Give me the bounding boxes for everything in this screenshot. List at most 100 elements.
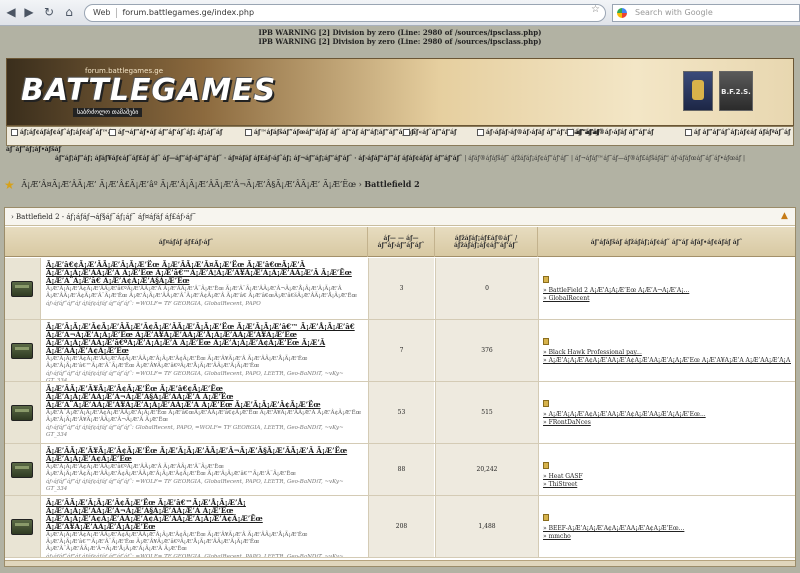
url-text: forum.battlegames.ge/index.php — [122, 8, 255, 17]
last-post-topic[interactable]: » Ã¡Æ’Â¡Ã¡Æ’Â¢Ã¡Æ’ÂÃ¡Æ’Â¢Ã¡Æ’ÂÃ¡Æ’Â¡Ã¡Æ’… — [543, 411, 791, 419]
forum-icon-cell — [5, 258, 41, 319]
forward-icon[interactable]: ▶ — [22, 5, 36, 19]
menu-item-stats[interactable]: áƒ¡áƒ¢áƒáƒ¢áƒ˜áƒ¡áƒ¢áƒ˜áƒ™áƒ — [11, 129, 114, 136]
home-icon[interactable]: ⌂ — [62, 5, 76, 19]
menu-item-register[interactable]: áƒ áƒ”áƒ’áƒ˜áƒ¡áƒ¢áƒ áƒáƒªáƒ˜áƒ — [685, 129, 791, 136]
forum-info: Ã¡Æ’ÂÃ¡Æ’Â¡Ã¡Æ’Â¢Ã¡Æ’Ëœ Ã¡Æ’â€™Ã¡Æ’Å¡Ã¡Æ… — [42, 496, 368, 558]
last-post-topic[interactable]: » Heat GASF — [543, 473, 791, 481]
address-bar[interactable]: Web forum.battlegames.ge/index.php — [84, 4, 606, 22]
col-forum: áƒ¤áƒáƒ áƒ£áƒ›áƒ˜ — [5, 227, 368, 257]
topics-count: 53 — [368, 382, 434, 443]
forum-row: Ã¡Æ’ÂÃ¡Æ’Â¥Ã¡Æ’Â¢Ã¡Æ’Ëœ Ã¡Æ’â€¢Ã¡Æ’Ëœ Ã¡… — [5, 382, 795, 444]
last-post-icon[interactable] — [543, 400, 549, 407]
last-post-icon[interactable] — [543, 514, 549, 521]
topics-count: 208 — [368, 496, 434, 557]
forum-title[interactable]: Ã¡Æ’ÂÃ¡Æ’Â¡Ã¡Æ’Â¢Ã¡Æ’Ëœ Ã¡Æ’â€™Ã¡Æ’Å¡Ã¡Æ… — [46, 499, 364, 531]
col-replies: áƒžáƒáƒ¡áƒ£áƒ®áƒ˜ / áƒžáƒáƒ¡áƒ¢áƒ”áƒ‘áƒ˜ — [435, 227, 538, 257]
forum-moderators[interactable]: áƒ›áƒáƒ“áƒ”áƒ áƒáƒ¢áƒáƒ áƒ”áƒ‘áƒ˜: =WOLF… — [46, 371, 364, 381]
quick-links: áƒ“áƒ¦áƒ”áƒ¡ áƒáƒ¥áƒ¢áƒ˜áƒ£áƒ áƒ˜ áƒ—áƒ”… — [0, 155, 800, 162]
google-icon — [617, 8, 627, 18]
topics-count: 88 — [368, 444, 434, 495]
replies-count: 376 — [435, 320, 538, 381]
col-last-post: áƒ‘áƒáƒšáƒ áƒžáƒáƒ¡áƒ¢áƒ˜ áƒ“áƒ áƒáƒ•áƒ¢… — [590, 238, 743, 246]
calendar-icon — [245, 129, 252, 136]
last-post-author[interactable]: » Ã¡Æ’Â¡Ã¡Æ’Â¢Ã¡Æ’ÂÃ¡Æ’Â¢Ã¡Æ’ÂÃ¡Æ’Â¡Ã¡Æ’… — [543, 357, 791, 365]
forum-title[interactable]: Ã¡Æ’Â¡Ã¡Æ’Â¢Ã¡Æ’ÂÃ¡Æ’Â¢Ã¡Æ’ÂÃ¡Æ’Â¡Ã¡Æ’Ëœ… — [46, 323, 364, 355]
forum-icon-cell — [5, 382, 41, 443]
forum-title[interactable]: Ã¡Æ’ÂÃ¡Æ’Â¥Ã¡Æ’Â¢Ã¡Æ’Ëœ Ã¡Æ’â€¢Ã¡Æ’Ëœ Ã¡… — [46, 385, 364, 409]
topics-count: 7 — [368, 320, 434, 381]
reload-icon[interactable]: ↻ — [42, 5, 56, 19]
members-icon — [109, 129, 116, 136]
last-post-icon[interactable] — [543, 338, 549, 345]
last-post-author[interactable]: » FRontDaNces — [543, 419, 791, 427]
forum-moderators[interactable]: áƒ›áƒáƒ“áƒ”áƒ áƒáƒ¢áƒáƒ áƒ”áƒ‘áƒ˜: =WOLF… — [46, 301, 364, 308]
warning-line: IPB WARNING [2] Division by zero (Line: … — [258, 37, 542, 46]
site-banner: forum.battlegames.ge BATTLEGAMES საბრძოლ… — [6, 58, 794, 126]
category-header: › Battlefield 2 - áƒ¡áƒáƒ¬áƒ§áƒ˜áƒ¡áƒ˜ á… — [5, 208, 795, 226]
forum-status-icon — [11, 281, 33, 297]
forum-row: Ã¡Æ’Â¡Ã¡Æ’Â¢Ã¡Æ’ÂÃ¡Æ’Â¢Ã¡Æ’ÂÃ¡Æ’Â¡Ã¡Æ’Ëœ… — [5, 320, 795, 382]
forum-title[interactable]: Ã¡Æ’â€¢Ã¡Æ’ÂÃ¡Æ’Â¡Ã¡Æ’Ëœ Ã¡Æ’ÂÃ¡Æ’Â¤Ã¡Æ’… — [46, 261, 364, 285]
bookmark-star-icon[interactable]: ☆ — [591, 4, 600, 15]
users-icon — [477, 129, 484, 136]
forum-info: Ã¡Æ’â€¢Ã¡Æ’ÂÃ¡Æ’Â¡Ã¡Æ’Ëœ Ã¡Æ’ÂÃ¡Æ’Â¤Ã¡Æ’… — [42, 258, 368, 319]
quick-links-small[interactable]: | áƒáƒ®áƒáƒšáƒ˜ áƒžáƒáƒ¡áƒ¢áƒ”áƒ‘áƒ˜ | á… — [464, 155, 745, 162]
menu-item-login[interactable]: áƒ¨áƒ”áƒ¡áƒ•áƒšáƒ — [0, 146, 120, 153]
last-post: » Black Hawk Professional pay...» Ã¡Æ’Â¡… — [538, 320, 795, 381]
register-icon — [685, 129, 692, 136]
last-post-icon[interactable] — [543, 462, 549, 469]
forum-description: Ã¡Æ’Â¡Ã¡Æ’Â¢Ã¡Æ’ÂÃ¡Æ’â€ºÃ¡Æ’ÂÃ¡Æ’Â Ã¡Æ’Â… — [46, 286, 357, 299]
forum-moderators[interactable]: áƒ›áƒáƒ“áƒ”áƒ áƒáƒ¢áƒáƒ áƒ”áƒ‘áƒ˜: Globa… — [46, 425, 364, 439]
last-post: » BEEF-Ã¡Æ’Â¡Ã¡Æ’Â¢Ã¡Æ’ÂÃ¡Æ’Â¢Ã¡Æ’Ëœ...»… — [538, 496, 795, 557]
help-icon — [567, 129, 574, 136]
forum-moderators[interactable]: áƒ›áƒáƒ“áƒ”áƒ áƒáƒ¢áƒáƒ áƒ”áƒ‘áƒ˜: =WOLF… — [46, 479, 364, 493]
forum-row: Ã¡Æ’ÂÃ¡Æ’Â¡Ã¡Æ’Â¢Ã¡Æ’Ëœ Ã¡Æ’â€™Ã¡Æ’Å¡Ã¡Æ… — [5, 496, 795, 558]
last-post-author[interactable]: » GlobalRecent — [543, 295, 791, 303]
forum-icon-cell — [5, 444, 41, 495]
address-prefix: Web — [93, 8, 111, 17]
forum-moderators[interactable]: áƒ›áƒáƒ“áƒ”áƒ áƒáƒ¢áƒáƒ áƒ”áƒ‘áƒ˜: =WOLF… — [46, 554, 364, 557]
menu-item-help[interactable]: áƒ“áƒáƒ®áƒ›áƒáƒ áƒ”áƒ‘áƒ — [567, 129, 654, 136]
last-post-topic[interactable]: » BEEF-Ã¡Æ’Â¡Ã¡Æ’Â¢Ã¡Æ’ÂÃ¡Æ’Â¢Ã¡Æ’Ëœ... — [543, 525, 791, 533]
menu-item-search[interactable]: áƒ«áƒ˜áƒ”áƒ‘áƒ — [403, 129, 457, 136]
table-footer — [5, 560, 795, 566]
banner-subtitle: საბრძოლო თამაშები — [73, 108, 143, 117]
replies-count: 1,488 — [435, 496, 538, 557]
forum-row: Ã¡Æ’ÂÃ¡Æ’Â¥Ã¡Æ’Â¢Ã¡Æ’Ëœ Ã¡Æ’Â¡Ã¡Æ’ÂÃ¡Æ’Â… — [5, 444, 795, 496]
forum-status-icon — [11, 405, 33, 421]
menu-item-members[interactable]: áƒ¬áƒ”áƒ•áƒ áƒ”áƒ‘áƒ˜áƒ¡ áƒ¡áƒ˜áƒ — [109, 129, 222, 136]
site-logo[interactable]: BATTLEGAMES — [21, 73, 276, 108]
replies-count: 20,242 — [435, 444, 538, 495]
search-icon — [403, 129, 410, 136]
column-headers: áƒ¤áƒáƒ áƒ£áƒ›áƒ˜ áƒ— — áƒ—áƒ”áƒ›áƒ”áƒ‘á… — [5, 227, 795, 257]
forum-title[interactable]: Ã¡Æ’ÂÃ¡Æ’Â¥Ã¡Æ’Â¢Ã¡Æ’Ëœ Ã¡Æ’Â¡Ã¡Æ’ÂÃ¡Æ’Â… — [46, 447, 364, 463]
home-star-icon[interactable]: ★ — [4, 178, 15, 192]
last-post-author[interactable]: » mmcho — [543, 533, 791, 541]
collapse-icon[interactable]: ▲ — [781, 211, 791, 221]
breadcrumb: ★ Ã¡Æ’Â¤Ã¡Æ’ÂÃ¡Æ’ Ã¡Æ’Â£Ã¡Æ’âº Ã¡Æ’Â¡Ã¡Æ… — [4, 178, 420, 192]
last-post: » BattleField 2 Ã¡Æ’Â¡Ã¡Æ’Ëœ Ã¡Æ’Â¬Ã¡Æ’Â… — [538, 258, 795, 319]
forum-row: Ã¡Æ’â€¢Ã¡Æ’ÂÃ¡Æ’Â¡Ã¡Æ’Ëœ Ã¡Æ’ÂÃ¡Æ’Â¤Ã¡Æ’… — [5, 258, 795, 320]
bf2s-badge[interactable]: B.F.2.S. — [719, 71, 753, 111]
category-title[interactable]: Battlefield 2 - áƒ¡áƒáƒ¬áƒ§áƒ˜áƒ¡áƒ˜ áƒ¤… — [16, 213, 196, 221]
forum-description: Ã¡Æ’Â¡Ã¡Æ’Â¢Ã¡Æ’ÂÃ¡Æ’Â¢Ã¡Æ’ÂÃ¡Æ’Â¡Ã¡Æ’Â¢… — [46, 356, 308, 369]
forum-status-icon — [11, 343, 33, 359]
last-post: » Ã¡Æ’Â¡Ã¡Æ’Â¢Ã¡Æ’ÂÃ¡Æ’Â¢Ã¡Æ’ÂÃ¡Æ’Â¡Ã¡Æ’… — [538, 382, 795, 443]
last-post-topic[interactable]: » Black Hawk Professional pay... — [543, 349, 791, 357]
forum-status-icon — [11, 462, 33, 478]
forum-icon-cell — [5, 320, 41, 381]
last-post-author[interactable]: » ThiStreet — [543, 481, 791, 489]
breadcrumb-trail[interactable]: Ã¡Æ’Â¤Ã¡Æ’ÂÃ¡Æ’ Ã¡Æ’Â£Ã¡Æ’âº Ã¡Æ’Â¡Ã¡Æ’Â… — [21, 180, 356, 189]
last-post-icon[interactable] — [543, 276, 549, 283]
search-input[interactable]: Search with Google — [612, 4, 800, 22]
menu-item-calendar[interactable]: áƒ™áƒáƒšáƒ”áƒœáƒ“áƒáƒ áƒ˜ áƒ“áƒ áƒ“áƒ¦áƒ… — [245, 129, 417, 136]
browser-toolbar: ◀ ▶ ↻ ⌂ Web forum.battlegames.ge/index.ph… — [0, 0, 800, 26]
forum-icon-cell — [5, 496, 41, 557]
quick-links-main[interactable]: áƒ“áƒ¦áƒ”áƒ¡ áƒáƒ¥áƒ¢áƒ˜áƒ£áƒ áƒ˜ áƒ—áƒ”… — [55, 155, 462, 162]
back-icon[interactable]: ◀ — [4, 5, 18, 19]
forum-info: Ã¡Æ’Â¡Ã¡Æ’Â¢Ã¡Æ’ÂÃ¡Æ’Â¢Ã¡Æ’ÂÃ¡Æ’Â¡Ã¡Æ’Ëœ… — [42, 320, 368, 382]
forum-info: Ã¡Æ’ÂÃ¡Æ’Â¥Ã¡Æ’Â¢Ã¡Æ’Ëœ Ã¡Æ’Â¡Ã¡Æ’ÂÃ¡Æ’Â… — [42, 444, 368, 495]
last-post-topic[interactable]: » BattleField 2 Ã¡Æ’Â¡Ã¡Æ’Ëœ Ã¡Æ’Â¬Ã¡Æ’Â… — [543, 287, 791, 295]
forum-description: Ã¡Æ’Â¨Ã¡Æ’Â¡Ã¡Æ’Â¢Ã¡Æ’ÂÃ¡Æ’Â¡Ã¡Æ’Ëœ Ã¡Æ’… — [46, 410, 362, 423]
